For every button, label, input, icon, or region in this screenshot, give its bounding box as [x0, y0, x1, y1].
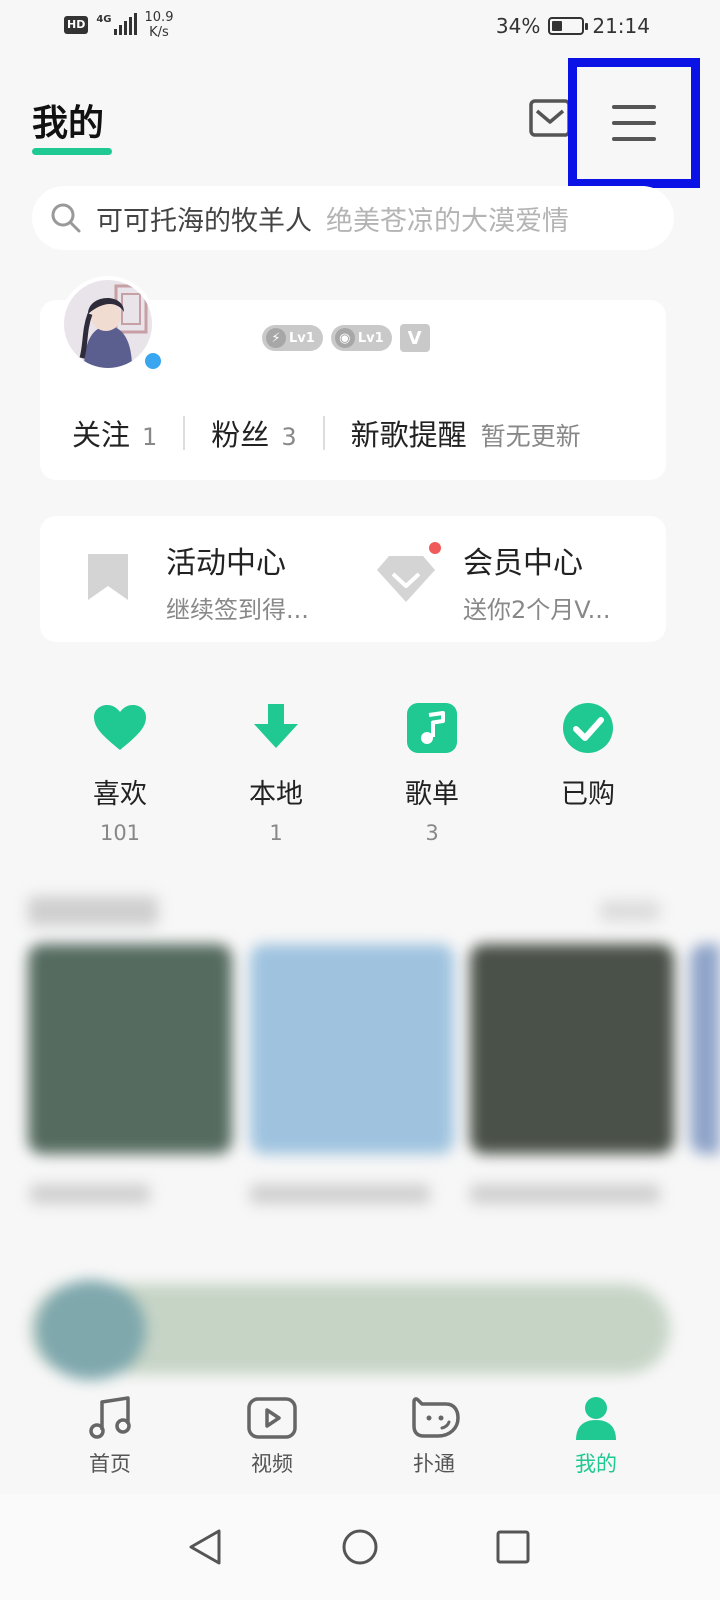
- battery-percent: 34%: [495, 14, 541, 38]
- quick-label: 本地: [249, 779, 303, 810]
- blurred-card: [690, 944, 720, 1154]
- hd-badge: HD: [64, 16, 89, 34]
- avatar-status-badge: [142, 350, 164, 372]
- level-label: Lv1: [357, 330, 384, 346]
- follow-label: 关注: [72, 418, 131, 452]
- title-underline: [32, 148, 112, 155]
- blurred-caption: [470, 1184, 660, 1204]
- profile-stats: 关注 1 粉丝 3 新歌提醒 暂无更新: [72, 412, 581, 454]
- follow-stat[interactable]: 关注 1: [72, 412, 157, 454]
- quick-local[interactable]: 本地 1: [216, 700, 336, 845]
- activity-center-subtitle: 继续签到得...: [166, 596, 309, 624]
- clock: 21:14: [592, 14, 650, 38]
- battery-fill: [552, 21, 562, 31]
- system-nav-bar: [0, 1494, 720, 1600]
- back-icon[interactable]: [182, 1524, 228, 1570]
- follow-count: 1: [142, 423, 158, 451]
- nav-label: 首页: [89, 1452, 131, 1476]
- music-note-icon: [404, 700, 460, 756]
- page-title: 我的: [32, 103, 105, 144]
- blurred-card: [250, 944, 454, 1154]
- blurred-heading: [28, 896, 158, 926]
- activity-center-title: 活动中心: [166, 546, 286, 581]
- nav-label: 扑通: [413, 1452, 455, 1476]
- disc-icon: ◉: [334, 328, 355, 348]
- new-songs-hint: 暂无更新: [480, 422, 581, 451]
- search-bar[interactable]: 可可托海的牧羊人 绝美苍凉的大漠爱情: [32, 186, 674, 250]
- diamond-icon: [375, 552, 437, 608]
- blurred-card: [28, 944, 232, 1154]
- network-type: 4G: [96, 14, 112, 25]
- quick-count: 3: [425, 821, 439, 845]
- new-songs-label: 新歌提醒: [350, 418, 467, 452]
- network-speed-value: 10.9: [144, 10, 174, 25]
- vip-center-subtitle: 送你2个月V...: [463, 596, 611, 624]
- activity-center[interactable]: 活动中心 继续签到得...: [40, 516, 353, 642]
- fans-stat[interactable]: 粉丝 3: [211, 412, 296, 454]
- status-left: HD 4G 10.9 K/s: [64, 10, 173, 40]
- music-level-badge[interactable]: ◉ Lv1: [330, 325, 392, 351]
- quick-label: 已购: [561, 779, 615, 810]
- blurred-caption: [250, 1184, 430, 1204]
- blurred-player-art: [36, 1280, 146, 1380]
- vip-center[interactable]: 会员中心 送你2个月V...: [353, 516, 666, 642]
- status-right: 34% 21:14: [496, 14, 650, 38]
- bookmark-icon: [86, 552, 130, 606]
- activity-card: 活动中心 继续签到得... 会员中心 送你2个月V...: [40, 516, 666, 642]
- quick-playlists[interactable]: 歌单 3: [372, 700, 492, 845]
- blurred-caption: [30, 1184, 150, 1204]
- mail-icon[interactable]: [528, 98, 572, 138]
- avatar-image: [64, 280, 152, 368]
- blurred-more-link: [600, 900, 660, 922]
- vip-center-title: 会员中心: [463, 546, 583, 581]
- fans-count: 3: [281, 423, 297, 451]
- fans-label: 粉丝: [211, 418, 270, 452]
- nav-label: 视频: [251, 1452, 293, 1476]
- new-songs-stat[interactable]: 新歌提醒 暂无更新: [351, 412, 581, 454]
- nav-home[interactable]: 首页: [50, 1396, 170, 1478]
- recents-icon[interactable]: [490, 1524, 536, 1570]
- user-icon: [568, 1396, 624, 1440]
- vip-badge[interactable]: V: [399, 324, 430, 352]
- nav-video[interactable]: 视频: [212, 1396, 332, 1478]
- bottom-nav: 首页 视频 扑通 我的: [0, 1396, 720, 1494]
- signal-icon: [113, 13, 137, 35]
- level-label: Lv1: [289, 330, 315, 346]
- heart-icon: [92, 700, 148, 756]
- lightning-icon: ⚡: [266, 328, 286, 348]
- nav-putong[interactable]: 扑通: [374, 1396, 494, 1478]
- nav-label: 我的: [575, 1452, 617, 1476]
- quick-count: [528, 821, 648, 845]
- play-icon: [244, 1396, 300, 1440]
- network-speed: 10.9 K/s: [145, 10, 174, 40]
- status-bar: HD 4G 10.9 K/s 34% 21:14: [0, 0, 720, 56]
- search-hint: 绝美苍凉的大漠爱情: [326, 205, 569, 237]
- smile-chat-icon: [406, 1396, 462, 1440]
- network-speed-unit: K/s: [149, 25, 169, 40]
- vip-notification-dot: [429, 542, 441, 554]
- menu-button[interactable]: [568, 58, 700, 188]
- music-note-icon: [82, 1396, 138, 1440]
- quick-count: 1: [269, 821, 283, 845]
- blurred-card: [470, 944, 674, 1154]
- quick-likes[interactable]: 喜欢 101: [60, 700, 180, 845]
- download-icon: [248, 700, 304, 756]
- quick-count: 101: [99, 821, 141, 845]
- quick-label: 喜欢: [93, 779, 147, 810]
- level-badges[interactable]: ⚡ Lv1 ◉ Lv1 V: [262, 324, 430, 352]
- search-username: 可可托海的牧羊人: [96, 205, 312, 237]
- home-icon[interactable]: [337, 1524, 383, 1570]
- blurred-recommendations: [0, 888, 720, 1408]
- divider: [183, 416, 186, 450]
- hamburger-menu-icon: [612, 105, 656, 141]
- search-icon: [50, 202, 82, 234]
- nav-mine[interactable]: 我的: [536, 1396, 656, 1478]
- divider: [322, 416, 325, 450]
- quick-label: 歌单: [405, 779, 459, 810]
- lightning-level-badge[interactable]: ⚡ Lv1: [262, 325, 323, 351]
- quick-purchased[interactable]: 已购: [528, 700, 648, 845]
- battery-icon: [548, 17, 589, 35]
- check-circle-icon: [560, 700, 616, 756]
- signal-group: 4G: [96, 13, 137, 35]
